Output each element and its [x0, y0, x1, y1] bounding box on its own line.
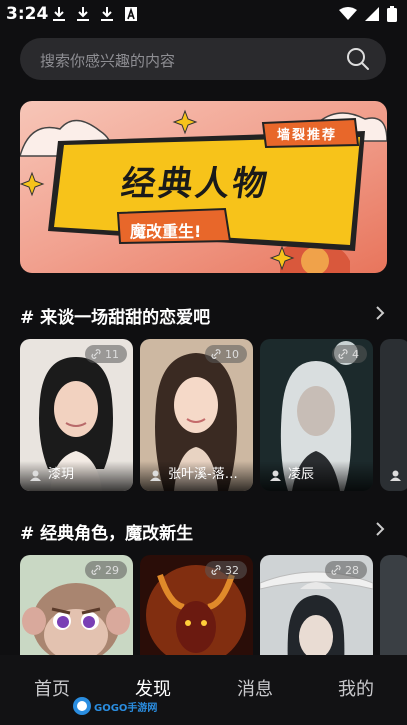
status-time: 3:24	[6, 4, 49, 24]
count-badge: 28	[325, 561, 367, 579]
count-value: 29	[105, 563, 119, 577]
link-icon	[211, 565, 221, 575]
bottom-nav: 首页 发现 消息 我的	[0, 655, 407, 725]
signal-icon	[365, 7, 379, 21]
count-value: 10	[225, 347, 239, 361]
link-icon	[338, 349, 348, 359]
download-icon	[101, 7, 113, 21]
search-placeholder: 搜索你感兴趣的内容	[40, 52, 176, 70]
font-icon	[125, 7, 137, 21]
character-card[interactable]: 11 漆玥	[20, 339, 133, 491]
user-icon	[390, 470, 401, 481]
section-title: # 经典角色，魔改新生	[20, 524, 194, 544]
watermark-icon	[73, 697, 91, 715]
link-icon	[91, 349, 101, 359]
nav-messages[interactable]: 消息	[237, 675, 273, 701]
chevron-right-icon[interactable]	[375, 521, 385, 537]
count-value: 28	[345, 563, 359, 577]
search-input[interactable]: 搜索你感兴趣的内容	[20, 38, 386, 80]
user-icon	[270, 470, 281, 481]
card-name: 张叶溪-落…	[168, 467, 238, 482]
character-card[interactable]	[380, 339, 407, 491]
link-icon	[211, 349, 221, 359]
card-row: 11 漆玥 10 张叶溪-落… 4 凌辰	[20, 339, 407, 491]
nav-profile[interactable]: 我的	[338, 675, 374, 701]
user-icon	[150, 470, 161, 481]
link-icon	[91, 565, 101, 575]
watermark-logo: GOGO手游网	[72, 696, 158, 716]
character-card[interactable]: 10 张叶溪-落…	[140, 339, 253, 491]
character-card[interactable]: 4 凌辰	[260, 339, 373, 491]
download-icon	[53, 7, 65, 21]
search-icon[interactable]	[346, 47, 370, 71]
download-icon	[77, 7, 89, 21]
user-icon	[30, 470, 41, 481]
section-title: # 来谈一场甜甜的恋爱吧	[20, 308, 211, 328]
banner-subtitle: 魔改重生!	[130, 222, 202, 241]
wifi-icon	[339, 7, 357, 20]
count-value: 4	[352, 347, 359, 361]
count-badge: 4	[332, 345, 367, 363]
promo-banner[interactable]: 经典人物 墙裂推荐 魔改重生!	[20, 101, 387, 273]
nav-home[interactable]: 首页	[34, 675, 70, 701]
banner-tag: 墙裂推荐	[277, 128, 338, 143]
count-badge: 11	[85, 345, 127, 363]
chevron-right-icon[interactable]	[375, 305, 385, 321]
count-value: 11	[105, 347, 119, 361]
card-name: 凌辰	[288, 467, 315, 482]
link-icon	[331, 565, 341, 575]
count-badge: 29	[85, 561, 127, 579]
battery-icon	[387, 6, 397, 22]
watermark-text: GOGO手游网	[94, 703, 158, 714]
status-bar: 3:24	[0, 0, 407, 30]
count-value: 32	[225, 563, 239, 577]
banner-title: 经典人物	[118, 164, 273, 204]
count-badge: 10	[205, 345, 247, 363]
card-name: 漆玥	[48, 467, 75, 482]
count-badge: 32	[205, 561, 247, 579]
